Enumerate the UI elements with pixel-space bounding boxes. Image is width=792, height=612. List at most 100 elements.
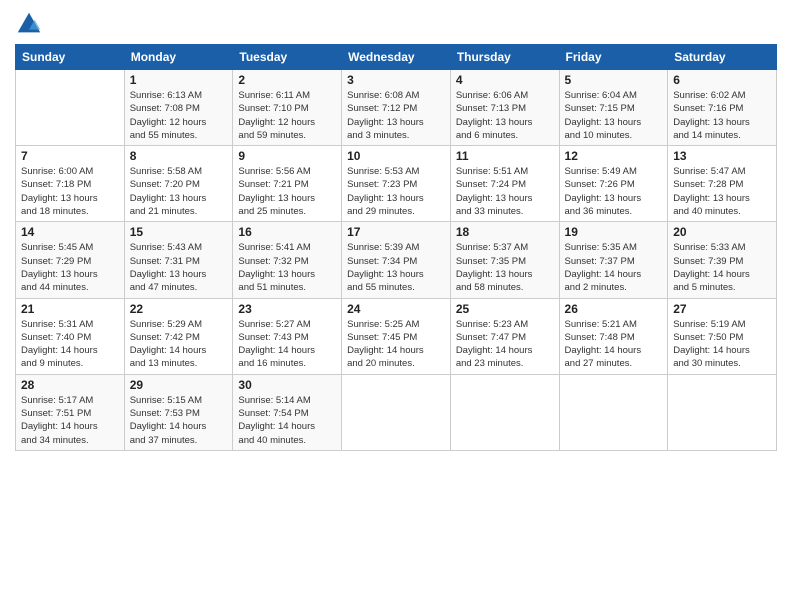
day-info: Sunrise: 5:17 AM Sunset: 7:51 PM Dayligh… (21, 394, 119, 447)
calendar-cell: 26 Sunrise: 5:21 AM Sunset: 7:48 PM Dayli… (559, 298, 668, 374)
calendar-cell: 13 Sunrise: 5:47 AM Sunset: 7:28 PM Dayli… (668, 146, 777, 222)
calendar-cell: 4 Sunrise: 6:06 AM Sunset: 7:13 PM Daylig… (450, 70, 559, 146)
day-header-saturday: Saturday (668, 45, 777, 70)
calendar-cell: 23 Sunrise: 5:27 AM Sunset: 7:43 PM Dayli… (233, 298, 342, 374)
day-info: Sunrise: 5:19 AM Sunset: 7:50 PM Dayligh… (673, 318, 771, 371)
day-number: 28 (21, 378, 119, 392)
day-info: Sunrise: 5:47 AM Sunset: 7:28 PM Dayligh… (673, 165, 771, 218)
day-number: 30 (238, 378, 336, 392)
calendar-cell: 16 Sunrise: 5:41 AM Sunset: 7:32 PM Dayli… (233, 222, 342, 298)
calendar-cell (16, 70, 125, 146)
calendar-week-row: 14 Sunrise: 5:45 AM Sunset: 7:29 PM Dayli… (16, 222, 777, 298)
day-number: 3 (347, 73, 445, 87)
day-info: Sunrise: 6:00 AM Sunset: 7:18 PM Dayligh… (21, 165, 119, 218)
day-info: Sunrise: 5:25 AM Sunset: 7:45 PM Dayligh… (347, 318, 445, 371)
day-info: Sunrise: 5:14 AM Sunset: 7:54 PM Dayligh… (238, 394, 336, 447)
day-header-monday: Monday (124, 45, 233, 70)
day-number: 1 (130, 73, 228, 87)
day-info: Sunrise: 6:04 AM Sunset: 7:15 PM Dayligh… (565, 89, 663, 142)
day-number: 24 (347, 302, 445, 316)
day-info: Sunrise: 5:21 AM Sunset: 7:48 PM Dayligh… (565, 318, 663, 371)
day-number: 2 (238, 73, 336, 87)
day-info: Sunrise: 5:37 AM Sunset: 7:35 PM Dayligh… (456, 241, 554, 294)
day-number: 21 (21, 302, 119, 316)
calendar-cell: 25 Sunrise: 5:23 AM Sunset: 7:47 PM Dayli… (450, 298, 559, 374)
calendar-cell: 22 Sunrise: 5:29 AM Sunset: 7:42 PM Dayli… (124, 298, 233, 374)
logo (15, 10, 47, 38)
day-info: Sunrise: 5:23 AM Sunset: 7:47 PM Dayligh… (456, 318, 554, 371)
day-info: Sunrise: 6:11 AM Sunset: 7:10 PM Dayligh… (238, 89, 336, 142)
day-info: Sunrise: 5:39 AM Sunset: 7:34 PM Dayligh… (347, 241, 445, 294)
day-number: 15 (130, 225, 228, 239)
day-info: Sunrise: 5:41 AM Sunset: 7:32 PM Dayligh… (238, 241, 336, 294)
calendar-cell (450, 374, 559, 450)
day-number: 16 (238, 225, 336, 239)
day-info: Sunrise: 6:08 AM Sunset: 7:12 PM Dayligh… (347, 89, 445, 142)
calendar-cell: 19 Sunrise: 5:35 AM Sunset: 7:37 PM Dayli… (559, 222, 668, 298)
day-info: Sunrise: 5:53 AM Sunset: 7:23 PM Dayligh… (347, 165, 445, 218)
calendar-cell: 8 Sunrise: 5:58 AM Sunset: 7:20 PM Daylig… (124, 146, 233, 222)
day-number: 25 (456, 302, 554, 316)
day-info: Sunrise: 5:27 AM Sunset: 7:43 PM Dayligh… (238, 318, 336, 371)
day-number: 23 (238, 302, 336, 316)
day-number: 6 (673, 73, 771, 87)
calendar-cell: 9 Sunrise: 5:56 AM Sunset: 7:21 PM Daylig… (233, 146, 342, 222)
day-header-thursday: Thursday (450, 45, 559, 70)
calendar-cell: 10Sunrise: 5:53 AM Sunset: 7:23 PM Dayli… (342, 146, 451, 222)
calendar-cell: 3 Sunrise: 6:08 AM Sunset: 7:12 PM Daylig… (342, 70, 451, 146)
day-info: Sunrise: 5:43 AM Sunset: 7:31 PM Dayligh… (130, 241, 228, 294)
day-number: 9 (238, 149, 336, 163)
day-number: 17 (347, 225, 445, 239)
day-info: Sunrise: 6:02 AM Sunset: 7:16 PM Dayligh… (673, 89, 771, 142)
day-info: Sunrise: 5:31 AM Sunset: 7:40 PM Dayligh… (21, 318, 119, 371)
day-number: 4 (456, 73, 554, 87)
calendar-cell: 28 Sunrise: 5:17 AM Sunset: 7:51 PM Dayli… (16, 374, 125, 450)
day-info: Sunrise: 5:29 AM Sunset: 7:42 PM Dayligh… (130, 318, 228, 371)
day-info: Sunrise: 5:56 AM Sunset: 7:21 PM Dayligh… (238, 165, 336, 218)
day-info: Sunrise: 5:58 AM Sunset: 7:20 PM Dayligh… (130, 165, 228, 218)
day-number: 19 (565, 225, 663, 239)
day-number: 14 (21, 225, 119, 239)
calendar-cell: 1 Sunrise: 6:13 AM Sunset: 7:08 PM Daylig… (124, 70, 233, 146)
day-number: 11 (456, 149, 554, 163)
day-number: 29 (130, 378, 228, 392)
day-info: Sunrise: 6:13 AM Sunset: 7:08 PM Dayligh… (130, 89, 228, 142)
day-info: Sunrise: 5:49 AM Sunset: 7:26 PM Dayligh… (565, 165, 663, 218)
day-number: 26 (565, 302, 663, 316)
day-number: 18 (456, 225, 554, 239)
day-number: 22 (130, 302, 228, 316)
calendar-cell: 30 Sunrise: 5:14 AM Sunset: 7:54 PM Dayli… (233, 374, 342, 450)
calendar-table: SundayMondayTuesdayWednesdayThursdayFrid… (15, 44, 777, 451)
calendar-cell (668, 374, 777, 450)
calendar-cell: 24 Sunrise: 5:25 AM Sunset: 7:45 PM Dayli… (342, 298, 451, 374)
day-info: Sunrise: 6:06 AM Sunset: 7:13 PM Dayligh… (456, 89, 554, 142)
calendar-cell (342, 374, 451, 450)
day-number: 12 (565, 149, 663, 163)
header (15, 10, 777, 38)
calendar-cell: 20Sunrise: 5:33 AM Sunset: 7:39 PM Dayli… (668, 222, 777, 298)
day-header-sunday: Sunday (16, 45, 125, 70)
day-info: Sunrise: 5:45 AM Sunset: 7:29 PM Dayligh… (21, 241, 119, 294)
day-number: 13 (673, 149, 771, 163)
day-info: Sunrise: 5:15 AM Sunset: 7:53 PM Dayligh… (130, 394, 228, 447)
day-info: Sunrise: 5:35 AM Sunset: 7:37 PM Dayligh… (565, 241, 663, 294)
day-number: 20 (673, 225, 771, 239)
day-header-tuesday: Tuesday (233, 45, 342, 70)
day-header-friday: Friday (559, 45, 668, 70)
calendar-cell: 14 Sunrise: 5:45 AM Sunset: 7:29 PM Dayli… (16, 222, 125, 298)
calendar-week-row: 28 Sunrise: 5:17 AM Sunset: 7:51 PM Dayli… (16, 374, 777, 450)
calendar-cell: 2 Sunrise: 6:11 AM Sunset: 7:10 PM Daylig… (233, 70, 342, 146)
calendar-cell: 27 Sunrise: 5:19 AM Sunset: 7:50 PM Dayli… (668, 298, 777, 374)
day-number: 8 (130, 149, 228, 163)
day-number: 27 (673, 302, 771, 316)
calendar-cell: 21 Sunrise: 5:31 AM Sunset: 7:40 PM Dayli… (16, 298, 125, 374)
calendar-cell: 29 Sunrise: 5:15 AM Sunset: 7:53 PM Dayli… (124, 374, 233, 450)
day-number: 7 (21, 149, 119, 163)
calendar-cell: 12 Sunrise: 5:49 AM Sunset: 7:26 PM Dayli… (559, 146, 668, 222)
calendar-cell: 7 Sunrise: 6:00 AM Sunset: 7:18 PM Daylig… (16, 146, 125, 222)
calendar-cell: 11 Sunrise: 5:51 AM Sunset: 7:24 PM Dayli… (450, 146, 559, 222)
day-number: 5 (565, 73, 663, 87)
logo-icon (15, 10, 43, 38)
day-header-wednesday: Wednesday (342, 45, 451, 70)
day-info: Sunrise: 5:51 AM Sunset: 7:24 PM Dayligh… (456, 165, 554, 218)
